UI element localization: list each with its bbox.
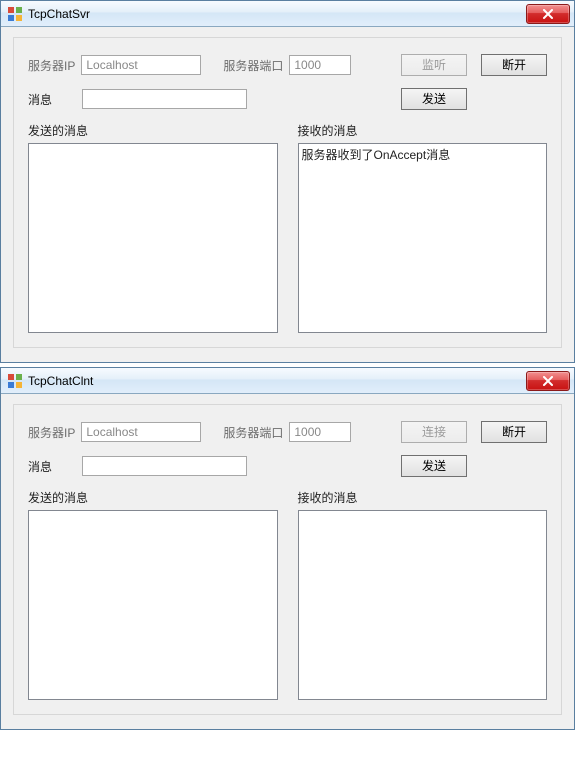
port-label: 服务器端口 [223, 424, 283, 441]
received-label: 接收的消息 [298, 489, 542, 506]
sent-textarea[interactable] [28, 143, 278, 333]
sent-label: 发送的消息 [28, 122, 272, 139]
connect-button[interactable]: 连接 [401, 421, 467, 443]
message-input[interactable] [82, 456, 247, 476]
send-button[interactable]: 发送 [401, 455, 467, 477]
message-label: 消息 [28, 458, 76, 475]
server-window: TcpChatSvr 服务器IP 服务器端口 监听 断开 消息 [0, 0, 575, 363]
sent-column: 发送的消息 [28, 122, 278, 333]
app-icon [7, 373, 23, 389]
client-area: 服务器IP 服务器端口 监听 断开 消息 发送 发送的消息 [1, 27, 574, 362]
close-icon [542, 376, 554, 386]
received-column: 接收的消息 服务器收到了OnAccept消息 [298, 122, 548, 333]
app-icon [7, 6, 23, 22]
received-textarea[interactable] [298, 510, 548, 700]
port-input[interactable] [289, 55, 351, 75]
log-columns: 发送的消息 接收的消息 [28, 489, 547, 700]
close-icon [542, 9, 554, 19]
connection-row: 服务器IP 服务器端口 监听 断开 [28, 54, 547, 76]
close-button[interactable] [526, 371, 570, 391]
client-window: TcpChatClnt 服务器IP 服务器端口 连接 断开 消息 [0, 367, 575, 730]
form-panel: 服务器IP 服务器端口 监听 断开 消息 发送 发送的消息 [13, 37, 562, 348]
log-columns: 发送的消息 接收的消息 服务器收到了OnAccept消息 [28, 122, 547, 333]
titlebar[interactable]: TcpChatSvr [1, 1, 574, 27]
listen-button[interactable]: 监听 [401, 54, 467, 76]
sent-label: 发送的消息 [28, 489, 272, 506]
connection-row: 服务器IP 服务器端口 连接 断开 [28, 421, 547, 443]
disconnect-button[interactable]: 断开 [481, 421, 547, 443]
port-input[interactable] [289, 422, 351, 442]
window-title: TcpChatSvr [28, 6, 526, 22]
ip-input[interactable] [81, 422, 201, 442]
received-label: 接收的消息 [298, 122, 542, 139]
ip-label: 服务器IP [28, 424, 75, 441]
sent-column: 发送的消息 [28, 489, 278, 700]
window-title: TcpChatClnt [28, 373, 526, 389]
client-area: 服务器IP 服务器端口 连接 断开 消息 发送 发送的消息 [1, 394, 574, 729]
form-panel: 服务器IP 服务器端口 连接 断开 消息 发送 发送的消息 [13, 404, 562, 715]
received-column: 接收的消息 [298, 489, 548, 700]
ip-input[interactable] [81, 55, 201, 75]
ip-label: 服务器IP [28, 57, 75, 74]
message-row: 消息 发送 [28, 88, 547, 110]
disconnect-button[interactable]: 断开 [481, 54, 547, 76]
message-label: 消息 [28, 91, 76, 108]
sent-textarea[interactable] [28, 510, 278, 700]
received-textarea[interactable]: 服务器收到了OnAccept消息 [298, 143, 548, 333]
message-input[interactable] [82, 89, 247, 109]
port-label: 服务器端口 [223, 57, 283, 74]
titlebar[interactable]: TcpChatClnt [1, 368, 574, 394]
message-row: 消息 发送 [28, 455, 547, 477]
send-button[interactable]: 发送 [401, 88, 467, 110]
close-button[interactable] [526, 4, 570, 24]
